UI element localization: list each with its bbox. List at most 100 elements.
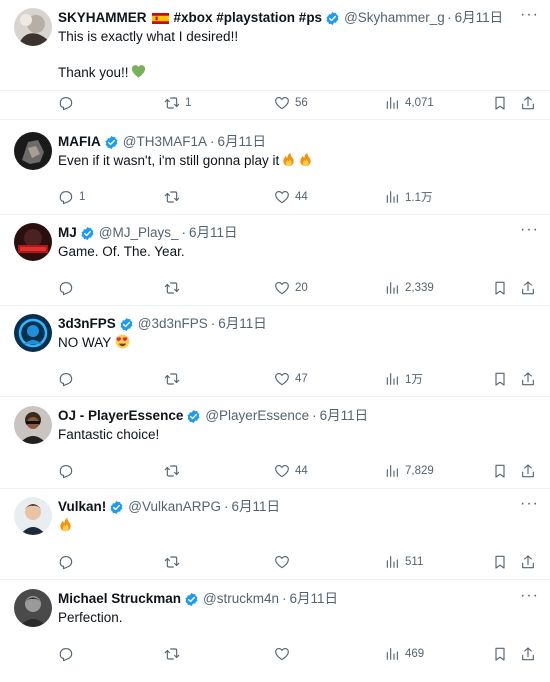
display-name[interactable]: Michael Struckman bbox=[58, 590, 181, 608]
fire-emoji-icon bbox=[58, 517, 73, 532]
user-handle[interactable]: @TH3MAF1A bbox=[123, 133, 207, 151]
user-handle[interactable]: @struckm4n bbox=[203, 590, 279, 608]
retweet-button[interactable] bbox=[164, 551, 185, 573]
reply-button[interactable] bbox=[58, 460, 79, 482]
tweet-actions: 20 2,339 bbox=[58, 277, 536, 299]
bookmark-button[interactable] bbox=[492, 551, 508, 573]
more-icon[interactable]: ··· bbox=[520, 588, 538, 605]
retweet-button[interactable] bbox=[164, 643, 185, 665]
tweet-card[interactable]: SKYHAMMER #xbox #playstation #ps @Skyham… bbox=[0, 0, 550, 91]
tweet-card[interactable]: Michael Struckman @struckm4n · 6月11日 ···… bbox=[0, 581, 550, 672]
user-handle[interactable]: @3d3nFPS bbox=[138, 315, 208, 333]
share-button[interactable] bbox=[520, 277, 536, 299]
verified-badge-icon bbox=[109, 500, 124, 515]
like-button[interactable]: 56 bbox=[274, 92, 308, 114]
views-icon bbox=[386, 556, 398, 568]
retweet-button[interactable]: 1 bbox=[164, 92, 191, 114]
views-button[interactable]: 7,829 bbox=[384, 460, 434, 482]
tweet-date[interactable]: 6月11日 bbox=[189, 224, 238, 242]
heart-icon bbox=[275, 281, 289, 295]
share-button[interactable] bbox=[520, 368, 536, 390]
reply-button[interactable] bbox=[58, 368, 79, 390]
user-handle[interactable]: @MJ_Plays_ bbox=[99, 224, 179, 242]
retweet-button[interactable] bbox=[164, 460, 185, 482]
reply-button[interactable]: 1 bbox=[58, 186, 85, 208]
user-handle[interactable]: @PlayerEssence bbox=[205, 407, 309, 425]
tweet-card[interactable]: Vulkan! @VulkanARPG · 6月11日 ··· 511 bbox=[0, 489, 550, 580]
share-button[interactable] bbox=[520, 460, 536, 482]
tweet-text bbox=[58, 517, 530, 535]
separator-dot: · bbox=[210, 316, 216, 331]
like-button[interactable] bbox=[274, 551, 295, 573]
tweet-date[interactable]: 6月11日 bbox=[320, 407, 369, 425]
tweet-card[interactable]: MJ @MJ_Plays_ · 6月11日 ··· Game. Of. The.… bbox=[0, 215, 550, 306]
like-button[interactable]: 44 bbox=[274, 460, 308, 482]
like-button[interactable]: 47 bbox=[274, 368, 308, 390]
tweet-text: NO WAY bbox=[58, 334, 530, 352]
avatar[interactable] bbox=[14, 406, 52, 444]
share-button[interactable] bbox=[520, 643, 536, 665]
views-button[interactable]: 4,071 bbox=[384, 92, 434, 114]
display-name[interactable]: MAFIA bbox=[58, 133, 101, 151]
avatar[interactable] bbox=[14, 8, 52, 46]
like-button[interactable]: 20 bbox=[274, 277, 308, 299]
like-button[interactable] bbox=[274, 643, 295, 665]
display-name[interactable]: Vulkan! bbox=[58, 498, 106, 516]
more-icon[interactable]: ··· bbox=[520, 7, 538, 24]
avatar[interactable] bbox=[14, 132, 52, 170]
display-name[interactable]: MJ bbox=[58, 224, 77, 242]
share-button[interactable] bbox=[520, 551, 536, 573]
share-icon bbox=[522, 96, 534, 110]
tweet-line bbox=[58, 517, 530, 535]
tweet-date[interactable]: 6月11日 bbox=[455, 9, 504, 27]
more-icon[interactable]: ··· bbox=[520, 496, 538, 513]
retweet-button[interactable] bbox=[164, 186, 185, 208]
bookmark-icon bbox=[495, 96, 505, 110]
tweet-card[interactable]: OJ - PlayerEssence @PlayerEssence · 6月11… bbox=[0, 398, 550, 489]
tweet-date[interactable]: 6月11日 bbox=[290, 590, 339, 608]
share-icon bbox=[522, 464, 534, 478]
bookmark-button[interactable] bbox=[492, 460, 508, 482]
retweet-button[interactable] bbox=[164, 277, 185, 299]
views-button[interactable]: 1万 bbox=[384, 368, 423, 390]
bookmark-button[interactable] bbox=[492, 643, 508, 665]
views-button[interactable]: 2,339 bbox=[384, 277, 434, 299]
user-handle[interactable]: @Skyhammer_g bbox=[344, 9, 444, 27]
hashtags[interactable]: #xbox #playstation #ps bbox=[174, 9, 323, 27]
bookmark-button[interactable] bbox=[492, 368, 508, 390]
bookmark-icon bbox=[495, 372, 505, 386]
tweet-card[interactable]: 3d3nFPS @3d3nFPS · 6月11日 NO WAY 47 1万 bbox=[0, 306, 550, 397]
avatar[interactable] bbox=[14, 497, 52, 535]
tweet-date[interactable]: 6月11日 bbox=[217, 133, 266, 151]
reply-button[interactable] bbox=[58, 643, 79, 665]
verified-badge-icon bbox=[104, 135, 119, 150]
display-name[interactable]: SKYHAMMER bbox=[58, 9, 147, 27]
bookmark-button[interactable] bbox=[492, 92, 508, 114]
reply-button[interactable] bbox=[58, 92, 79, 114]
views-button[interactable]: 1.1万 bbox=[384, 186, 433, 208]
tweet-text: Game. Of. The. Year. bbox=[58, 243, 530, 261]
retweet-button[interactable] bbox=[164, 368, 185, 390]
like-count: 47 bbox=[295, 373, 308, 385]
avatar[interactable] bbox=[14, 589, 52, 627]
display-name[interactable]: OJ - PlayerEssence bbox=[58, 407, 183, 425]
like-button[interactable]: 44 bbox=[274, 186, 308, 208]
tweet-date[interactable]: 6月11日 bbox=[218, 315, 267, 333]
share-button[interactable] bbox=[520, 92, 536, 114]
tweet-card[interactable]: MAFIA @TH3MAF1A · 6月11日 Even if it wasn'… bbox=[0, 124, 550, 215]
reply-button[interactable] bbox=[58, 277, 79, 299]
avatar[interactable] bbox=[14, 314, 52, 352]
bookmark-button[interactable] bbox=[492, 277, 508, 299]
tweet-actions: 1 44 1.1万 bbox=[58, 186, 536, 208]
views-button[interactable]: 511 bbox=[384, 551, 423, 573]
user-handle[interactable]: @VulkanARPG bbox=[128, 498, 221, 516]
more-icon[interactable]: ··· bbox=[520, 222, 538, 239]
like-count: 44 bbox=[295, 465, 308, 477]
views-button[interactable]: 469 bbox=[384, 643, 424, 665]
retweet-icon bbox=[164, 97, 180, 109]
display-name[interactable]: 3d3nFPS bbox=[58, 315, 116, 333]
tweet-date[interactable]: 6月11日 bbox=[232, 498, 281, 516]
reply-button[interactable] bbox=[58, 551, 79, 573]
verified-badge-icon bbox=[184, 592, 199, 607]
avatar[interactable] bbox=[14, 223, 52, 261]
